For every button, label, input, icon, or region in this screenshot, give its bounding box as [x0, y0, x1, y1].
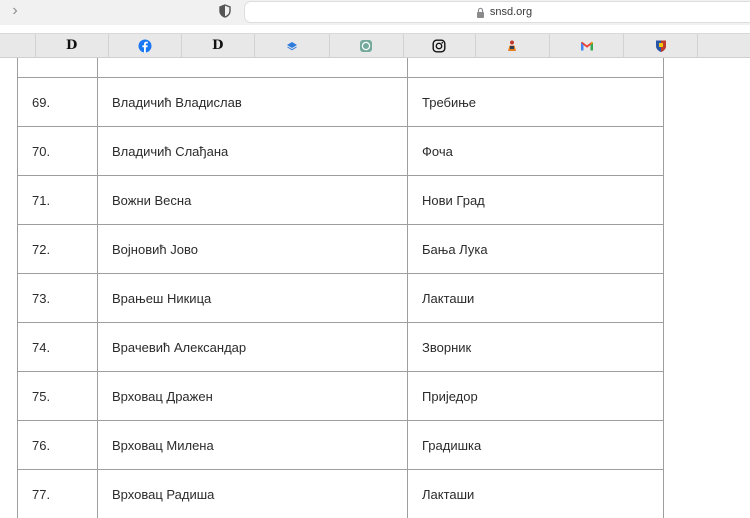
table-row: 73. Врањеш Никица Лакташи: [17, 273, 664, 323]
row-number: 74.: [17, 322, 98, 372]
row-number: 76.: [17, 420, 98, 470]
shield-icon: [655, 40, 666, 52]
member-name: Вожни Весна: [97, 175, 408, 225]
row-number: 69.: [17, 77, 98, 127]
gmail-icon: [580, 41, 593, 50]
member-name: Врховац Дражен: [97, 371, 408, 421]
member-name: Владичић Слађана: [97, 126, 408, 176]
member-place: Требиње: [407, 77, 664, 127]
favorites-bar: D D: [0, 33, 750, 58]
member-name: Врачевић Александар: [97, 322, 408, 372]
favorite-item[interactable]: [550, 34, 625, 57]
favorite-item[interactable]: [0, 34, 36, 57]
table-row: 72. Војновић Јово Бања Лука: [17, 224, 664, 274]
member-name: Врањеш Никица: [97, 273, 408, 323]
forward-button[interactable]: ›: [8, 1, 22, 21]
member-name: Војновић Јово: [97, 224, 408, 274]
page-content: 69. Владичић Владислав Требиње 70. Влади…: [0, 58, 750, 518]
d-letter-icon: D: [212, 38, 224, 53]
table-row: 69. Владичић Владислав Требиње: [17, 77, 664, 127]
member-place: Нови Град: [407, 175, 664, 225]
member-place: Лакташи: [407, 469, 664, 518]
member-place: Лакташи: [407, 273, 664, 323]
d-letter-icon: D: [65, 38, 78, 53]
chat-bubble-icon: [360, 39, 373, 52]
facebook-icon: [138, 39, 152, 52]
row-number: 73.: [17, 273, 98, 323]
address-bar[interactable]: snsd.org: [244, 1, 750, 23]
privacy-report-icon[interactable]: [218, 4, 232, 18]
person-icon: [508, 40, 517, 51]
favorite-item[interactable]: [624, 34, 699, 57]
table-row: 70. Владичић Слађана Фоча: [17, 126, 664, 176]
favorite-item[interactable]: D: [36, 34, 109, 57]
row-number: 70.: [17, 126, 98, 176]
member-place: Зворник: [407, 322, 664, 372]
lock-icon: [476, 7, 484, 18]
row-number: 75.: [17, 371, 98, 421]
member-place: Фоча: [407, 126, 664, 176]
row-number: 77.: [17, 469, 98, 518]
member-name: Владичић Владислав: [97, 77, 408, 127]
table-row: [17, 58, 664, 78]
row-number: [17, 58, 98, 78]
row-number: 71.: [17, 175, 98, 225]
table-row: 71. Вожни Весна Нови Град: [17, 175, 664, 225]
favorite-item[interactable]: D: [182, 34, 255, 57]
favorite-item[interactable]: [476, 34, 550, 57]
member-name: Врховац Радиша: [97, 469, 408, 518]
member-place: Бања Лука: [407, 224, 664, 274]
table-row: 75. Врховац Дражен Приједор: [17, 371, 664, 421]
row-number: 72.: [17, 224, 98, 274]
table-row: 77. Врховац Радиша Лакташи: [17, 469, 664, 518]
favorite-item[interactable]: [404, 34, 476, 57]
tab-edge-icon: [0, 39, 9, 53]
layers-icon: [286, 41, 297, 50]
member-place: Приједор: [407, 371, 664, 421]
member-name: [97, 58, 408, 78]
favorite-item[interactable]: [109, 34, 182, 57]
member-name: Врховац Милена: [97, 420, 408, 470]
members-table: 69. Владичић Владислав Требиње 70. Влади…: [17, 58, 664, 518]
favorite-item[interactable]: [255, 34, 330, 57]
favorite-item[interactable]: [698, 34, 750, 57]
browser-toolbar: › snsd.org: [0, 0, 750, 25]
table-row: 74. Врачевић Александар Зворник: [17, 322, 664, 372]
table-row: 76. Врховац Милена Градишка: [17, 420, 664, 470]
favorite-item[interactable]: [330, 34, 404, 57]
address-text: snsd.org: [489, 6, 533, 18]
member-place: [407, 58, 664, 78]
member-place: Градишка: [407, 420, 664, 470]
instagram-icon: [432, 39, 446, 53]
